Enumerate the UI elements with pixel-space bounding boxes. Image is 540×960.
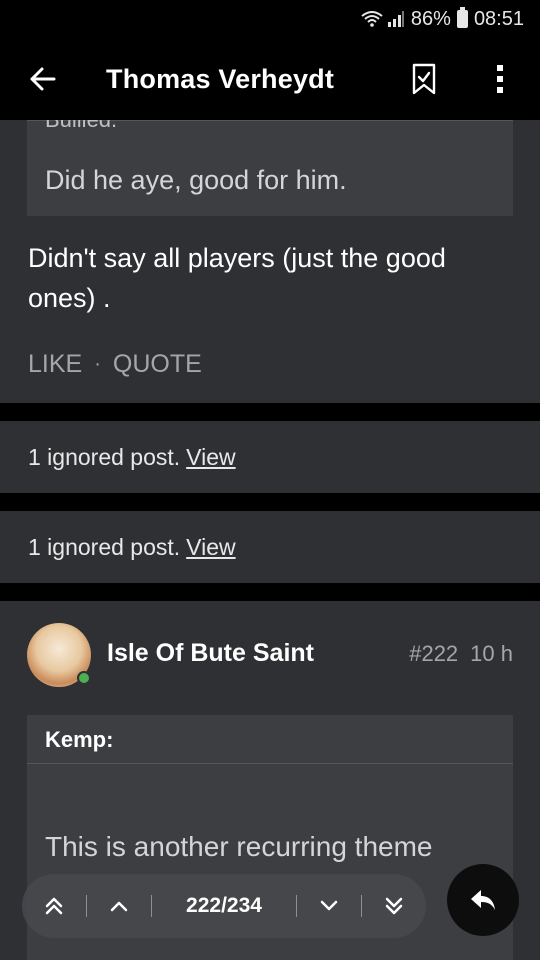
- post-time: 10 h: [470, 641, 513, 666]
- divider: [27, 763, 513, 764]
- ignored-post-notice: 1 ignored post. View: [0, 421, 540, 493]
- like-button[interactable]: LIKE: [28, 350, 82, 379]
- double-chevron-up-icon: [45, 897, 63, 915]
- arrow-left-icon: [30, 67, 56, 91]
- author-name[interactable]: Isle Of Bute Saint: [107, 639, 314, 668]
- clock: 08:51: [473, 7, 524, 30]
- post-meta: #222 10 h: [409, 641, 513, 667]
- double-chevron-down-icon: [385, 897, 403, 915]
- battery-percent: 86%: [410, 7, 451, 30]
- page-navigator: 222/234: [22, 874, 426, 938]
- thread-content[interactable]: Bullied. Did he aye, good for him. Didn'…: [0, 120, 540, 960]
- quote-author[interactable]: Kemp:: [45, 727, 113, 753]
- reply-icon: [471, 890, 495, 910]
- chevron-up-icon: [110, 901, 128, 912]
- quote-cut-text: Bullied.: [45, 120, 117, 133]
- next-page-button[interactable]: [297, 874, 361, 938]
- quote-block: Bullied. Did he aye, good for him.: [27, 120, 513, 216]
- last-page-button[interactable]: [362, 874, 426, 938]
- quote-text: This is another recurring theme: [45, 831, 433, 862]
- wifi-icon: [361, 11, 383, 27]
- view-ignored-link[interactable]: View: [186, 534, 235, 561]
- post-body: Didn't say all players (just the good on…: [28, 243, 446, 313]
- post-actions: LIKE · QUOTE: [28, 350, 202, 379]
- online-indicator: [77, 671, 91, 685]
- page-title: Thomas Verheydt: [106, 63, 335, 94]
- quote-button[interactable]: QUOTE: [113, 350, 202, 379]
- post-card: Bullied. Did he aye, good for him. Didn'…: [0, 120, 540, 403]
- bookmark-button[interactable]: [404, 51, 444, 107]
- ignored-post-text: 1 ignored post.: [28, 533, 181, 560]
- ignored-post-notice: 1 ignored post. View: [0, 511, 540, 583]
- signal-icons: [361, 11, 405, 27]
- cell-signal-icon: [387, 11, 404, 27]
- avatar[interactable]: [27, 623, 91, 687]
- reply-button[interactable]: [447, 864, 519, 936]
- view-ignored-link[interactable]: View: [186, 444, 235, 471]
- post-number[interactable]: #222: [409, 641, 458, 667]
- chevron-down-icon: [320, 900, 338, 911]
- first-page-button[interactable]: [22, 874, 86, 938]
- bookmark-icon: [412, 63, 436, 95]
- more-options-button[interactable]: [480, 51, 520, 107]
- status-bar: 86% 08:51: [0, 0, 540, 38]
- action-separator: ·: [94, 353, 101, 375]
- quote-text: Did he aye, good for him.: [45, 165, 347, 195]
- previous-page-button[interactable]: [87, 874, 151, 938]
- ignored-post-text: 1 ignored post.: [28, 443, 181, 470]
- app-bar: Thomas Verheydt: [0, 38, 540, 120]
- battery-icon: [456, 7, 468, 28]
- page-indicator[interactable]: 222/234: [152, 894, 296, 918]
- back-button[interactable]: [14, 51, 70, 107]
- more-vert-icon: [497, 65, 503, 93]
